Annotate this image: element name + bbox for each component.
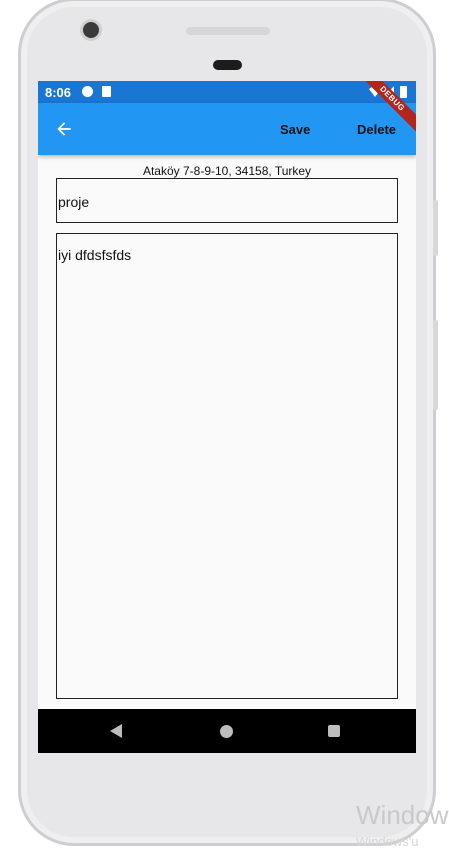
earpiece-speaker [186, 27, 270, 35]
windows-activation-subtext: Windows'u [356, 834, 419, 849]
windows-activation-watermark: Window [356, 800, 449, 830]
proximity-sensor [213, 60, 242, 70]
home-circle-icon[interactable] [220, 725, 233, 738]
sd-card-icon [102, 86, 111, 97]
note-field-value: iyi dfdsfsfds [58, 247, 132, 263]
phone-screen: 8:06 Save Delete DEBUG Ataköy 7-8-9-10, … [38, 81, 416, 753]
power-button [433, 320, 438, 410]
volume-button [433, 200, 438, 256]
address-label: Ataköy 7-8-9-10, 34158, Turkey [142, 164, 312, 178]
notification-icon [82, 86, 93, 97]
note-field[interactable]: iyi dfdsfsfds [56, 233, 398, 699]
system-nav-bar [38, 709, 416, 753]
delete-button[interactable]: Delete [357, 122, 396, 137]
front-camera [83, 22, 99, 38]
battery-icon [400, 86, 407, 98]
title-field[interactable]: proje [56, 178, 398, 223]
arrow-back-icon[interactable] [54, 119, 74, 139]
title-field-value: proje [58, 194, 90, 210]
save-button[interactable]: Save [280, 122, 310, 137]
app-bar: Save Delete [38, 103, 416, 155]
recents-square-icon[interactable] [328, 725, 340, 737]
back-triangle-icon[interactable] [110, 724, 122, 738]
status-bar: 8:06 [38, 81, 416, 103]
status-time: 8:06 [45, 85, 72, 100]
